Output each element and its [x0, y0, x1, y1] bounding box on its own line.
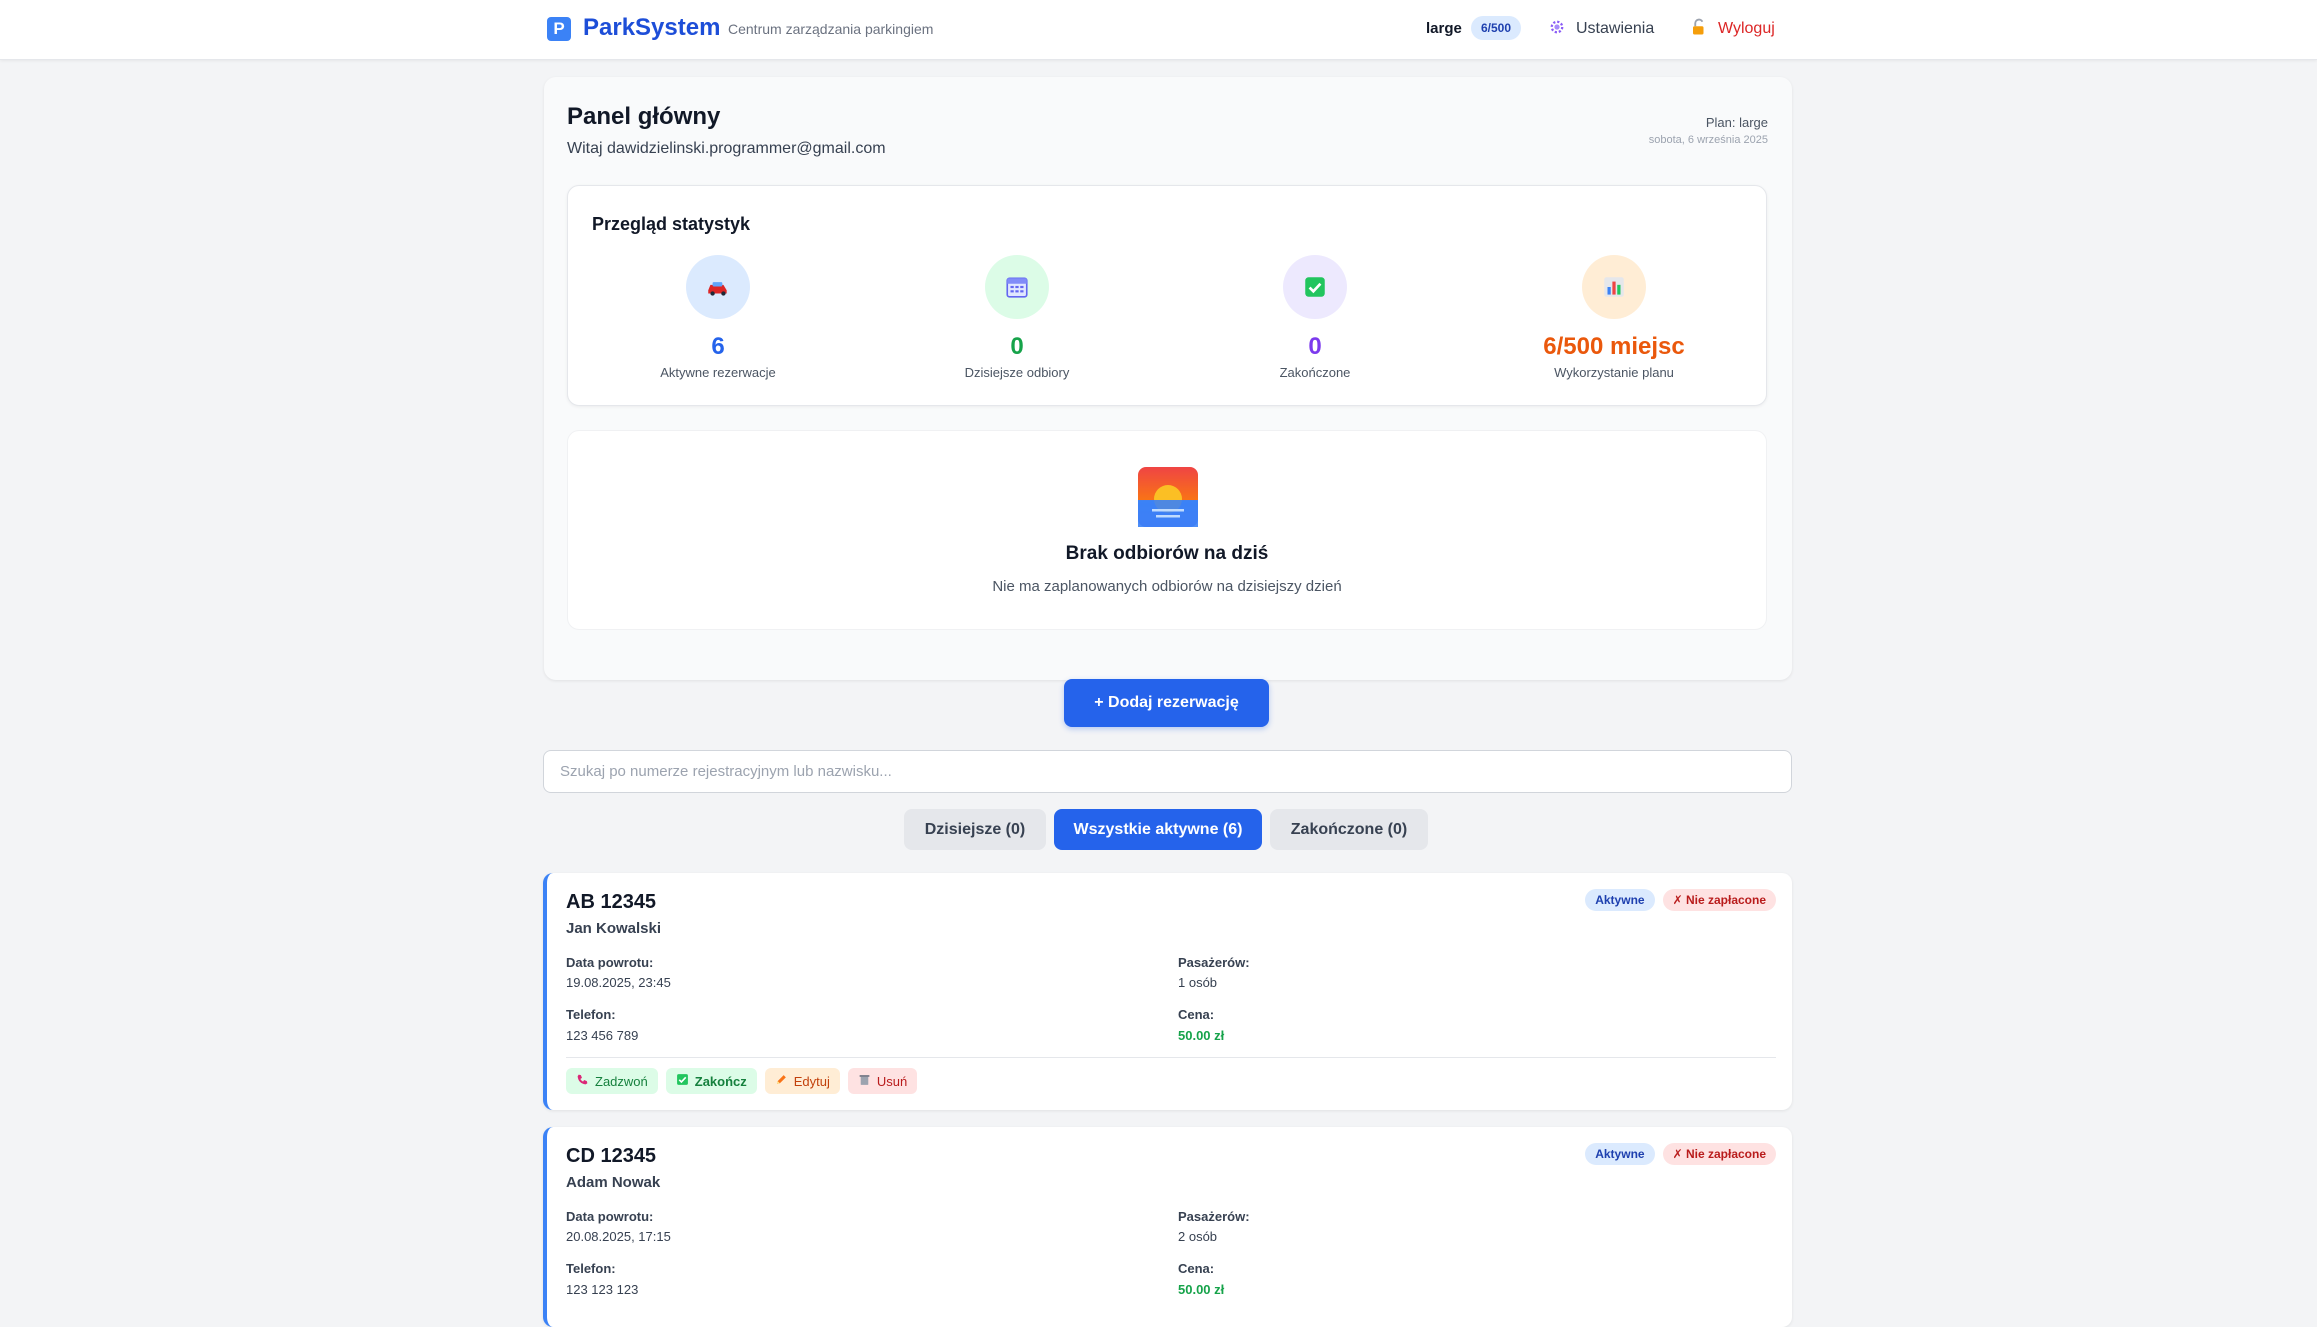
current-date: sobota, 6 września 2025: [1648, 134, 1768, 146]
reservation-card: CD 12345 Adam Nowak Aktywne ✗ Nie zapłac…: [543, 1127, 1792, 1327]
phone-value: 123 456 789: [566, 1028, 639, 1043]
stat-value: 6/500 miejsc: [1543, 333, 1685, 360]
passengers-label: Pasażerów:: [1178, 1209, 1250, 1224]
stat-label: Wykorzystanie planu: [1554, 365, 1674, 380]
edit-button[interactable]: Edytuj: [764, 1068, 840, 1094]
add-reservation-button[interactable]: + Dodaj rezerwację: [1064, 679, 1269, 727]
stat-value: 6: [711, 333, 725, 360]
settings-label: Ustawienia: [1576, 20, 1655, 37]
parking-logo-icon[interactable]: P: [547, 17, 571, 41]
stat-value: 0: [1308, 333, 1322, 360]
empty-state-description: Nie ma zaplanowanych odbiorów na dzisiej…: [992, 578, 1342, 595]
tab-today[interactable]: Dzisiejsze (0): [904, 809, 1046, 850]
return-date-label: Data powrotu:: [566, 1209, 654, 1224]
bar-chart-icon: [1582, 255, 1646, 319]
stat-today-pickups: 0 Dzisiejsze odbiory: [867, 255, 1167, 380]
car-icon: [686, 255, 750, 319]
delete-button[interactable]: Usuń: [847, 1068, 918, 1094]
finish-label: Zakończ: [694, 1073, 747, 1089]
phone-value: 123 123 123: [566, 1282, 639, 1297]
price-label: Cena:: [1178, 1007, 1215, 1022]
passengers-value: 2 osób: [1178, 1229, 1218, 1244]
stat-active-reservations: 6 Aktywne rezerwacje: [568, 255, 868, 380]
top-navbar: P ParkSystem Centrum zarządzania parking…: [0, 0, 2317, 60]
tab-all-active[interactable]: Wszystkie aktywne (6): [1054, 809, 1262, 850]
card-divider: [566, 1057, 1776, 1058]
phone-icon: [576, 1073, 589, 1089]
call-label: Zadzwoń: [595, 1073, 648, 1089]
price-value: 50.00 zł: [1178, 1028, 1225, 1043]
sunrise-icon: [1138, 467, 1198, 527]
plan-label: Plan: large: [1705, 115, 1768, 130]
calendar-icon: [985, 255, 1049, 319]
status-badges: Aktywne ✗ Nie zapłacone: [1585, 889, 1776, 911]
edit-label: Edytuj: [793, 1073, 830, 1089]
payment-badge: ✗ Nie zapłacone: [1662, 1143, 1776, 1165]
brand-tagline: Centrum zarządzania parkingiem: [728, 21, 934, 37]
stat-completed: 0 Zakończone: [1165, 255, 1465, 380]
status-badge: Aktywne: [1585, 1143, 1655, 1165]
no-pickups-card: Brak odbiorów na dziś Nie ma zaplanowany…: [567, 430, 1767, 630]
tab-completed[interactable]: Zakończone (0): [1270, 809, 1428, 850]
dashboard-panel: Panel główny Witaj dawidzielinski.progra…: [544, 77, 1792, 680]
plan-name: large: [1426, 20, 1462, 37]
reservation-card: AB 12345 Jan Kowalski Aktywne ✗ Nie zapł…: [543, 873, 1792, 1110]
status-badge: Aktywne: [1585, 889, 1655, 911]
return-date-value: 19.08.2025, 23:45: [566, 975, 671, 990]
passengers-value: 1 osób: [1178, 975, 1218, 990]
plan-usage-badge: 6/500: [1471, 16, 1522, 40]
stats-overview: Przegląd statystyk 6 Aktywne rezerwacje …: [567, 185, 1767, 406]
call-button[interactable]: Zadzwoń: [566, 1068, 658, 1094]
payment-badge: ✗ Nie zapłacone: [1662, 889, 1776, 911]
price-value: 50.00 zł: [1178, 1282, 1225, 1297]
license-plate: CD 12345: [566, 1145, 657, 1167]
checkmark-icon: [676, 1073, 689, 1089]
phone-label: Telefon:: [566, 1261, 616, 1276]
gear-icon: [1548, 18, 1566, 41]
return-date-label: Data powrotu:: [566, 955, 654, 970]
stat-label: Zakończone: [1279, 365, 1351, 380]
pencil-icon: [775, 1073, 788, 1089]
brand-name[interactable]: ParkSystem: [583, 14, 720, 42]
checkmark-icon: [1283, 255, 1347, 319]
trash-icon: [858, 1073, 871, 1089]
stat-value: 0: [1010, 333, 1024, 360]
owner-name: Jan Kowalski: [566, 920, 662, 937]
finish-button[interactable]: Zakończ: [665, 1068, 757, 1094]
card-actions: Zadzwoń Zakończ Edytuj Usuń: [566, 1068, 918, 1094]
logout-label: Wyloguj: [1718, 20, 1775, 37]
return-date-value: 20.08.2025, 17:15: [566, 1229, 671, 1244]
page-title: Panel główny: [567, 103, 721, 130]
stat-label: Dzisiejsze odbiory: [964, 365, 1070, 380]
unlock-icon: [1690, 18, 1708, 41]
price-label: Cena:: [1178, 1261, 1215, 1276]
settings-link[interactable]: Ustawienia: [1548, 16, 1654, 42]
logout-link[interactable]: Wyloguj: [1690, 16, 1775, 42]
phone-label: Telefon:: [566, 1007, 616, 1022]
stat-plan-usage: 6/500 miejsc Wykorzystanie planu: [1464, 255, 1764, 380]
search-input[interactable]: [543, 750, 1792, 793]
license-plate: AB 12345: [566, 891, 657, 913]
owner-name: Adam Nowak: [566, 1174, 661, 1191]
welcome-message: Witaj dawidzielinski.programmer@gmail.co…: [567, 140, 886, 157]
passengers-label: Pasażerów:: [1178, 955, 1250, 970]
stat-label: Aktywne rezerwacje: [660, 365, 776, 380]
delete-label: Usuń: [876, 1073, 908, 1089]
stats-title: Przegląd statystyk: [592, 214, 751, 234]
status-badges: Aktywne ✗ Nie zapłacone: [1585, 1143, 1776, 1165]
empty-state-title: Brak odbiorów na dziś: [1065, 543, 1269, 564]
